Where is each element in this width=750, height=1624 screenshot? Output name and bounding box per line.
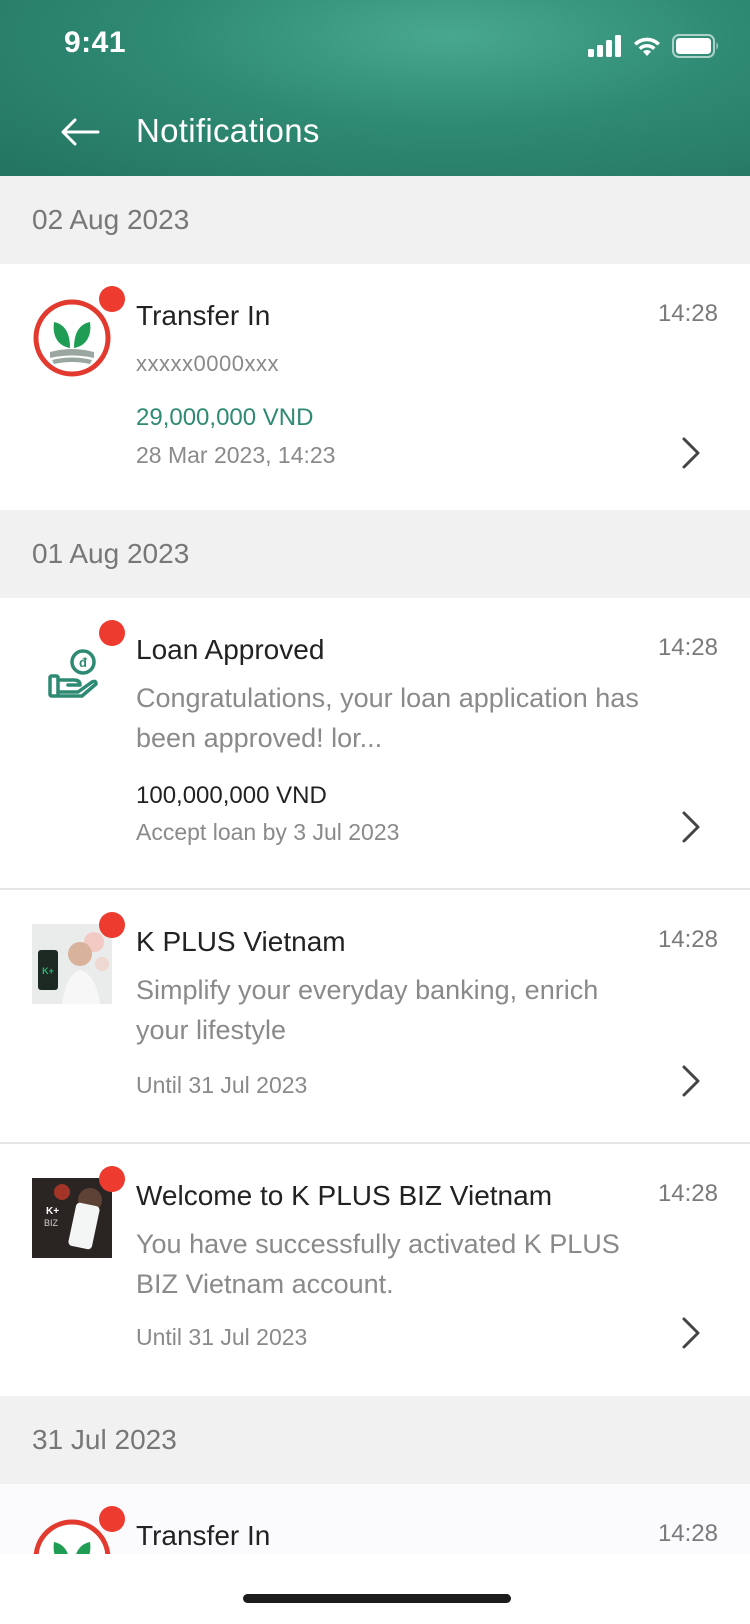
notification-body: Simplify your everyday banking, enrich y…	[136, 975, 599, 1045]
chevron-right-icon	[682, 437, 700, 469]
notification-title: Loan Approved	[136, 634, 325, 665]
svg-text:đ: đ	[79, 655, 87, 670]
date-header: 31 Jul 2023	[0, 1396, 750, 1484]
back-button[interactable]	[58, 110, 102, 154]
app-header: 9:41 Notifications	[0, 0, 750, 176]
valid-until: Until 31 Jul 2023	[136, 1324, 308, 1350]
date-header: 01 Aug 2023	[0, 510, 750, 598]
battery-icon	[672, 34, 718, 58]
notification-body: Congratulations, your loan application h…	[136, 683, 639, 753]
accept-deadline: Accept loan by 3 Jul 2023	[136, 819, 400, 845]
unread-dot	[99, 286, 125, 312]
unread-dot	[99, 1166, 125, 1192]
notification-time: 14:28	[657, 1180, 718, 1207]
chevron-right-icon	[682, 1317, 700, 1349]
unread-dot	[99, 1506, 125, 1532]
notification-body: You have successfully activated K PLUS B…	[136, 1229, 620, 1299]
notification-title: Transfer In	[136, 300, 271, 331]
notification-time: 14:28	[657, 1520, 718, 1547]
notification-list[interactable]: 02 Aug 2023 Transfer In 14:28 xxxxx0000x…	[0, 176, 750, 1554]
notification-title: Transfer In	[136, 1520, 271, 1551]
arrow-left-icon	[61, 118, 100, 146]
svg-text:K+: K+	[42, 966, 54, 976]
date-header: 02 Aug 2023	[0, 176, 750, 264]
notification-item-transfer-in[interactable]: Transfer In 14:28	[0, 1484, 750, 1554]
svg-text:BIZ: BIZ	[44, 1218, 59, 1228]
notification-item-kplus-vietnam[interactable]: K+ K PLUS Vietnam 14:28 Simplify your ev…	[0, 890, 750, 1144]
amount: 100,000,000 VND	[136, 782, 327, 809]
notification-item-transfer-in[interactable]: Transfer In 14:28 xxxxx0000xxx 29,000,00…	[0, 264, 750, 510]
unread-dot	[99, 912, 125, 938]
loan-hand-coin-icon: đ	[32, 632, 112, 712]
chevron-right-icon	[682, 811, 700, 843]
page-title: Notifications	[136, 112, 320, 149]
status-icons	[588, 32, 720, 60]
chevron-right-icon	[682, 1065, 700, 1097]
status-time: 9:41	[64, 26, 127, 59]
kbank-logo-icon	[32, 298, 112, 378]
wifi-icon	[634, 37, 660, 56]
signal-icon	[588, 35, 621, 57]
valid-until: Until 31 Jul 2023	[136, 1072, 308, 1098]
notification-item-loan-approved[interactable]: đ Loan Approved 14:28 Congratulations, y…	[0, 598, 750, 890]
notification-title: K PLUS Vietnam	[136, 926, 346, 957]
notification-time: 14:28	[657, 300, 718, 327]
notification-time: 14:28	[657, 634, 718, 661]
amount: 29,000,000 VND	[136, 404, 314, 431]
account-number: xxxxx0000xxx	[136, 351, 279, 376]
notification-item-kplus-biz[interactable]: K+ BIZ Welcome to K PLUS BIZ Vietnam 14:…	[0, 1144, 750, 1396]
notification-title: Welcome to K PLUS BIZ Vietnam	[136, 1180, 553, 1211]
notification-time: 14:28	[657, 926, 718, 953]
home-indicator	[243, 1594, 511, 1603]
transaction-datetime: 28 Mar 2023, 14:23	[136, 442, 336, 468]
svg-text:K+: K+	[46, 1206, 59, 1217]
unread-dot	[99, 620, 125, 646]
promo-kplus-image: K+	[32, 924, 112, 1004]
promo-kplus-biz-image: K+ BIZ	[32, 1178, 112, 1258]
